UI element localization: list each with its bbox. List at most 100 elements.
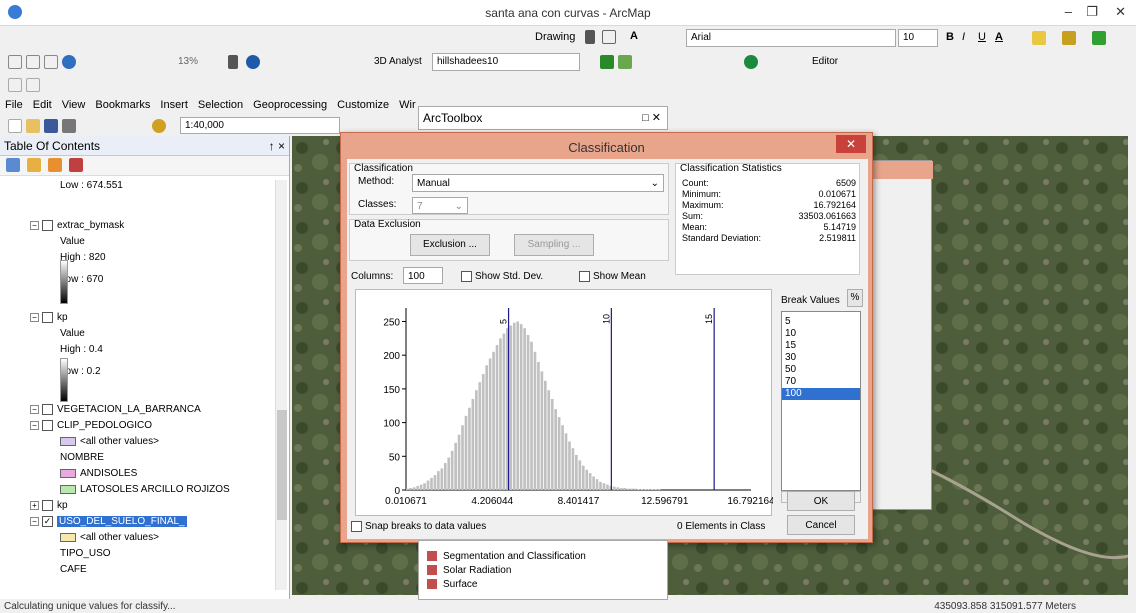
list-by-drawing-order-icon[interactable] (6, 158, 20, 172)
layer-select[interactable]: hillshadees10 (432, 53, 580, 71)
menu-view[interactable]: View (57, 96, 91, 114)
editor-menu[interactable]: Editor (812, 56, 838, 67)
restore-button[interactable]: ❐ (1086, 4, 1098, 20)
layer-visibility-checkbox[interactable] (42, 500, 53, 511)
snap-breaks-checkbox[interactable]: Snap breaks to data values (351, 521, 486, 532)
toolbox-item[interactable]: Surface (427, 579, 586, 593)
classes-select[interactable]: 7 ⌄ (412, 197, 468, 214)
toc-layer[interactable]: − extrac_bymask (30, 220, 124, 231)
toc-layer[interactable]: − kp (30, 312, 68, 323)
break-value-item[interactable]: 15 (782, 340, 860, 352)
toolbox-item[interactable]: Solar Radiation (427, 565, 586, 579)
menu-insert[interactable]: Insert (155, 96, 193, 114)
menu-geoprocessing[interactable]: Geoprocessing (248, 96, 332, 114)
add-data-icon[interactable] (152, 119, 166, 133)
list-by-visibility-icon[interactable] (48, 158, 63, 172)
hillshade-icon[interactable] (618, 55, 632, 69)
globe-icon[interactable] (744, 55, 758, 69)
break-line-label: 10 (601, 314, 611, 324)
italic-button[interactable]: I (962, 31, 965, 43)
layer-visibility-checkbox[interactable]: ✓ (42, 516, 53, 527)
contour-icon[interactable] (600, 55, 614, 69)
menu-selection[interactable]: Selection (193, 96, 248, 114)
break-value-item[interactable]: 50 (782, 364, 860, 376)
histogram[interactable]: 250 200 150 100 50 0 0.010671 4.206044 8.401417 1… (355, 289, 775, 516)
list-by-selection-icon[interactable] (69, 158, 84, 172)
toc-scrollbar[interactable] (275, 180, 287, 590)
layer-visibility-checkbox[interactable] (42, 220, 53, 231)
show-mean-checkbox[interactable]: Show Mean (579, 271, 646, 282)
print-icon[interactable] (62, 119, 76, 133)
break-value-item[interactable]: 100 (782, 388, 860, 400)
list-by-source-icon[interactable] (27, 158, 42, 172)
dialog-close-button[interactable]: ✕ (836, 135, 866, 153)
layer-visibility-checkbox[interactable] (42, 404, 53, 415)
layer-visibility-checkbox[interactable] (42, 420, 53, 431)
toc-layer[interactable]: − VEGETACION_LA_BARRANCA (30, 404, 201, 415)
toc-pin-close[interactable]: ↑ × (269, 139, 285, 153)
break-values-list[interactable]: 5 10 15 30 50 70 100 (781, 311, 861, 491)
collapse-icon[interactable]: − (30, 221, 39, 230)
collapse-icon[interactable]: − (30, 313, 39, 322)
collapse-icon[interactable]: − (30, 405, 39, 414)
zoom-in-icon[interactable] (8, 55, 22, 69)
select-elements-icon[interactable] (585, 30, 595, 44)
toolbox-item[interactable]: Segmentation and Classification (427, 551, 586, 565)
exclusion-button[interactable]: Exclusion ... (410, 234, 490, 256)
toc-scroll-thumb[interactable] (277, 410, 287, 520)
collapse-icon[interactable]: − (30, 421, 39, 430)
percent-button[interactable]: % (847, 289, 863, 307)
cancel-button[interactable]: Cancel (787, 515, 855, 535)
line-color-icon[interactable] (1062, 31, 1076, 45)
break-value-item[interactable]: 70 (782, 376, 860, 388)
zoom-out-icon[interactable] (26, 55, 40, 69)
sampling-button[interactable]: Sampling ... (514, 234, 594, 256)
map-icon[interactable] (8, 78, 22, 92)
collapse-icon[interactable]: − (30, 517, 39, 526)
toc-layer[interactable]: − CLIP_PEDOLOGICO (30, 420, 152, 431)
menu-bookmarks[interactable]: Bookmarks (90, 96, 155, 114)
text-tool-icon[interactable]: A (630, 30, 638, 42)
scale-select[interactable]: 1:40,000 (180, 117, 340, 134)
underline-button[interactable]: U (978, 31, 986, 43)
pan-icon[interactable] (44, 55, 58, 69)
toc-layer[interactable]: − ✓ USO_DEL_SUELO_FINAL_ (30, 516, 187, 528)
rectangle-icon[interactable] (602, 30, 616, 44)
drawing-menu[interactable]: Drawing (535, 31, 575, 43)
columns-spinner[interactable]: 100 (403, 267, 443, 284)
expand-icon[interactable]: + (30, 501, 39, 510)
break-value-item[interactable]: 30 (782, 352, 860, 364)
method-select[interactable]: Manual ⌄ (412, 174, 664, 192)
save-icon[interactable] (44, 119, 58, 133)
select-features-icon[interactable] (228, 55, 238, 69)
marker-color-icon[interactable] (1092, 31, 1106, 45)
ok-button[interactable]: OK (787, 491, 855, 511)
toc-layer[interactable]: + kp (30, 500, 68, 511)
font-select[interactable]: Arial (686, 29, 896, 47)
break-value-item[interactable]: 5 (782, 316, 860, 328)
layer-visibility-checkbox[interactable] (42, 312, 53, 323)
break-value-item[interactable]: 10 (782, 328, 860, 340)
menu-customize[interactable]: Customize (332, 96, 394, 114)
menu-windows[interactable]: Wir (394, 96, 421, 114)
bold-button[interactable]: B (946, 31, 954, 43)
font-color-button[interactable]: A (995, 31, 1003, 43)
fill-color-icon[interactable] (1032, 31, 1046, 45)
open-icon[interactable] (26, 119, 40, 133)
menu-edit[interactable]: Edit (28, 96, 57, 114)
dialog-title: Classification (568, 140, 645, 155)
3d-analyst-menu[interactable]: 3D Analyst (374, 56, 422, 67)
minimize-button[interactable]: – (1065, 4, 1072, 19)
menu-file[interactable]: File (0, 96, 28, 114)
close-button[interactable]: ✕ (1115, 4, 1126, 20)
font-size-select[interactable]: 10 (898, 29, 938, 47)
histogram-bar (554, 409, 557, 490)
toc-legend-item: Low : 674.551 (60, 180, 123, 191)
new-icon[interactable] (8, 119, 22, 133)
full-extent-icon[interactable] (62, 55, 76, 69)
identify-icon[interactable] (246, 55, 260, 69)
toolbox-icon (427, 565, 437, 576)
layout-icon[interactable] (26, 78, 40, 92)
arctoolbox-close-button[interactable]: □ ✕ (642, 111, 661, 124)
show-std-dev-checkbox[interactable]: Show Std. Dev. (461, 271, 543, 282)
